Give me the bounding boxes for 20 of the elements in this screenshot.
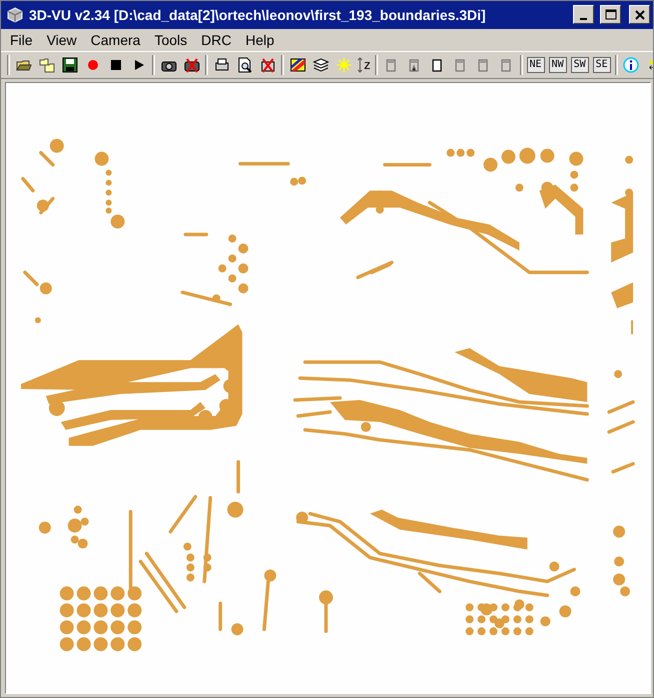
close-button[interactable] <box>629 5 650 24</box>
view-direction-button[interactable]: NW <box>548 56 567 73</box>
menu-item[interactable]: Tools <box>147 32 194 48</box>
maximize-button[interactable] <box>600 5 621 24</box>
minimize-button[interactable] <box>573 5 594 24</box>
up-down-arrow-icon <box>357 56 363 73</box>
minimize-icon <box>580 18 587 20</box>
cube-icon <box>7 6 23 23</box>
view-direction-button[interactable]: NE <box>526 56 545 73</box>
menu-item[interactable]: File <box>3 32 40 48</box>
menu-item[interactable]: Camera <box>84 32 148 48</box>
view-direction-button[interactable]: SW <box>570 56 589 73</box>
menu-item[interactable]: DRC <box>194 32 238 48</box>
menu-item[interactable]: Help <box>238 32 282 48</box>
menu-item[interactable]: View <box>40 32 84 48</box>
z-axis-button[interactable]: z <box>355 54 372 76</box>
maximize-icon <box>604 9 616 20</box>
view-direction-button[interactable]: SE <box>592 56 611 73</box>
window-title: 3D-VU v2.34 [D:\cad_data[2]\ortech\leonov\first_193_boundaries.3Di] <box>29 6 487 23</box>
close-icon <box>634 10 644 20</box>
